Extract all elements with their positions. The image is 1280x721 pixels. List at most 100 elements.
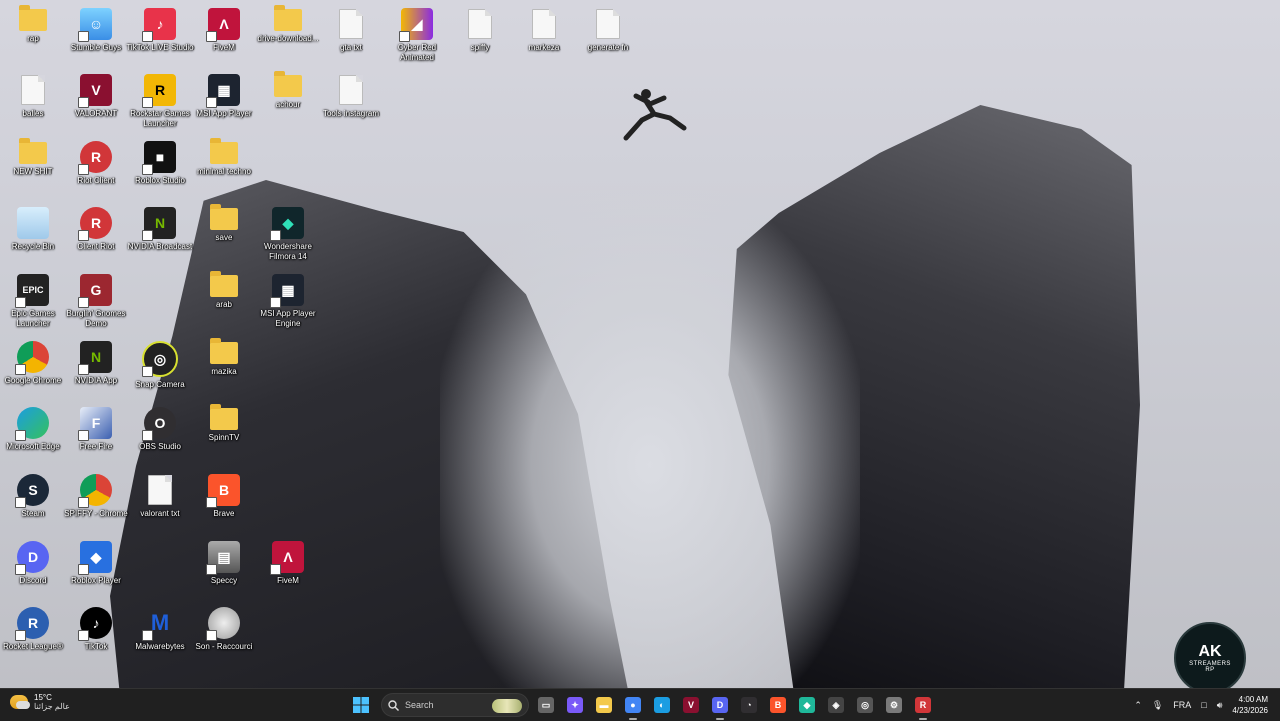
microphone-icon[interactable]: 🎙︎ <box>1152 700 1163 711</box>
network-icon[interactable]: □ <box>1201 700 1206 710</box>
taskbar-filmora-button[interactable]: ◆ <box>794 692 820 718</box>
start-button[interactable] <box>348 692 374 718</box>
taskbar-riot-button[interactable]: R <box>910 692 936 720</box>
desktop-icon-speccy[interactable]: ▤ Speccy <box>191 537 257 603</box>
desktop-icon-tiktok[interactable]: ♪ TikTok <box>63 603 129 669</box>
desktop-icon-label: NEW SHIT <box>13 167 53 176</box>
desktop-icon-balles[interactable]: balles <box>0 70 66 136</box>
taskbar-edge-button[interactable]: ◐ <box>649 692 675 718</box>
desktop-icon-markeza[interactable]: markeza <box>511 4 577 70</box>
language-indicator[interactable]: FRA <box>1173 700 1191 710</box>
taskbar-brave-button[interactable]: B <box>765 692 791 718</box>
taskbar-chrome-button[interactable]: ● <box>620 692 646 720</box>
desktop-icon-roblox-studio[interactable]: ■ Roblox Studio <box>127 137 193 203</box>
desktop-icon-new-shit[interactable]: NEW SHIT <box>0 137 66 203</box>
desktop-icon-microsoft-edge[interactable]: Microsoft Edge <box>0 403 66 469</box>
riot-icon: R <box>915 697 931 713</box>
tiktok-icon: ♪ <box>78 607 112 641</box>
taskbar-copilot-button[interactable]: ✦ <box>562 692 588 718</box>
desktop-icon-label: Wondershare Filmora 14 <box>264 242 312 261</box>
desktop-icon-google-chrome[interactable]: Google Chrome <box>0 337 66 403</box>
rocket-league-icon: R <box>15 607 49 641</box>
desktop-icon-malwarebytes[interactable]: M Malwarebytes <box>127 603 193 669</box>
desktop-icon-achour[interactable]: achour <box>255 70 321 136</box>
desktop-icon-rap[interactable]: rap <box>0 4 66 70</box>
taskbar-search[interactable]: Search <box>381 693 529 717</box>
desktop-icon-tools-instagram[interactable]: Tools instagram <box>318 70 384 136</box>
desktop-icon-roblox-player[interactable]: ◆ Roblox Player <box>63 537 129 603</box>
desktop-icon-label: Burglin' Gnomes Demo <box>66 309 126 328</box>
desktop-icon-nvidia-app[interactable]: N NVIDIA App <box>63 337 129 403</box>
desktop-icon-generate-fn[interactable]: generate fn <box>575 4 641 70</box>
desktop-icon-mazika[interactable]: mazika <box>191 337 257 403</box>
taskbar-obs-button[interactable]: ◔ <box>736 692 762 718</box>
desktop-icon-free-fire[interactable]: F Free Fire <box>63 403 129 469</box>
taskbar-task-view-button[interactable]: ▭ <box>533 692 559 718</box>
desktop-icon-valorant[interactable]: V VALORANT <box>63 70 129 136</box>
desktop-icon-fivem[interactable]: Λ FiveM <box>255 537 321 603</box>
desktop-icon-label: Stumble Guys <box>70 43 122 52</box>
desktop-icon-valorant-txt[interactable]: valorant txt <box>127 470 193 536</box>
desktop-icon-son-raccourci[interactable]: Son - Raccourci <box>191 603 257 669</box>
desktop-icon-steam[interactable]: S Steam <box>0 470 66 536</box>
desktop-icon-obs-studio[interactable]: O OBS Studio <box>127 403 193 469</box>
chevron-up-icon[interactable]: ⌃ <box>1134 700 1142 711</box>
weather-widget[interactable]: 15°C عالم جزائنا <box>10 693 70 711</box>
desktop-icon-label: NVIDIA App <box>74 376 118 385</box>
clock[interactable]: 4:00 AM 4/23/2026 <box>1232 694 1268 716</box>
desktop-icon-burglin-gnomes-demo[interactable]: G Burglin' Gnomes Demo <box>63 270 129 336</box>
folder-icon <box>19 138 47 164</box>
desktop-icon-label: Free Fire <box>79 442 113 451</box>
desktop-icon-discord[interactable]: D Discord <box>0 537 66 603</box>
desktop-icon-label: balles <box>22 109 44 118</box>
desktop-icon-brave[interactable]: B Brave <box>191 470 257 536</box>
desktop-icon-riot-client[interactable]: R Riot Client <box>63 137 129 203</box>
desktop-icon-client-riot[interactable]: R Client Riot <box>63 203 129 269</box>
desktop-icon-nvidia-broadcast[interactable]: N NVIDIA Broadcast <box>127 203 193 269</box>
desktop-icon-stumble-guys[interactable]: ☺ Stumble Guys <box>63 4 129 70</box>
desktop-icon-rocket-league[interactable]: R Rocket League® <box>0 603 66 669</box>
taskbar-settings-button[interactable]: ⚙ <box>881 692 907 718</box>
desktop-icon-label: Riot Client <box>77 176 115 185</box>
desktop-icon-label: Google Chrome <box>4 376 62 385</box>
speccy-icon: ▤ <box>206 541 240 575</box>
desktop-icon-wondershare-filmora-14[interactable]: ◆ Wondershare Filmora 14 <box>255 203 321 269</box>
desktop-icon-msi-app-player[interactable]: ▦ MSI App Player <box>191 70 257 136</box>
desktop-icon-spiffy-chrome[interactable]: SPIFFY - Chrome <box>63 470 129 536</box>
text-file-icon <box>17 74 49 106</box>
desktop-icon-tiktok-live-studio[interactable]: ♪ TikTok LIVE Studio <box>126 4 194 70</box>
desktop-icon-spinntv[interactable]: SpinnTV <box>191 403 257 469</box>
desktop-icon-label: FiveM <box>213 43 235 52</box>
desktop-icon-arab[interactable]: arab <box>191 270 257 336</box>
text-file-icon <box>592 8 624 40</box>
msi-icon: ▦ <box>206 74 240 108</box>
desktop-icon-recycle-bin[interactable]: Recycle Bin <box>0 203 66 269</box>
desktop-icon-label: Son - Raccourci <box>195 642 253 651</box>
clock-time: 4:00 AM <box>1238 695 1268 704</box>
taskbar-snap-button[interactable]: ◎ <box>852 692 878 718</box>
desktop-icon-rockstar-games-launcher[interactable]: R Rockstar Games Launcher <box>127 70 193 136</box>
text-file-icon <box>144 474 176 506</box>
volume-icon[interactable]: 🔊︎ <box>1217 700 1223 711</box>
desktop-icon-spiffy[interactable]: spiffy <box>447 4 513 70</box>
taskbar-discord-button[interactable]: D <box>707 692 733 720</box>
gnomes-icon: G <box>78 274 112 308</box>
desktop-icon-snap-camera[interactable]: ◎ Snap Camera <box>127 337 193 403</box>
desktop-icon-cyber-red-animated[interactable]: ◢ Cyber Red Animated <box>384 4 450 70</box>
edge-icon <box>15 407 49 441</box>
desktop-icon-save[interactable]: save <box>191 203 257 269</box>
desktop-icon-drive-download[interactable]: drive-download... <box>255 4 321 70</box>
desktop-icon-minimal-techno[interactable]: minimal techno <box>191 137 257 203</box>
desktop-icon-msi-app-player-engine[interactable]: ▦ MSI App Player Engine <box>255 270 321 336</box>
filmora-icon: ◆ <box>270 207 304 241</box>
taskbar-valorant-button[interactable]: V <box>678 692 704 718</box>
desktop-icon-gta-txt[interactable]: gta txt <box>318 4 384 70</box>
chrome-icon <box>15 341 49 375</box>
desktop-icon-epic-games-launcher[interactable]: EPIC Epic Games Launcher <box>0 270 66 336</box>
tiktok-live-icon: ♪ <box>142 8 176 42</box>
taskbar-file-explorer-button[interactable]: ▬ <box>591 692 617 718</box>
malwarebytes-icon: M <box>142 607 176 641</box>
desktop-icon-fivem[interactable]: Λ FiveM <box>191 4 257 70</box>
taskbar: 15°C عالم جزائنا Search ▭ ✦ ▬ ● ◐ V D ◔ B ◆ ◈ ◎ ⚙ R ⌃… <box>0 688 1280 721</box>
taskbar-unity-button[interactable]: ◈ <box>823 692 849 718</box>
